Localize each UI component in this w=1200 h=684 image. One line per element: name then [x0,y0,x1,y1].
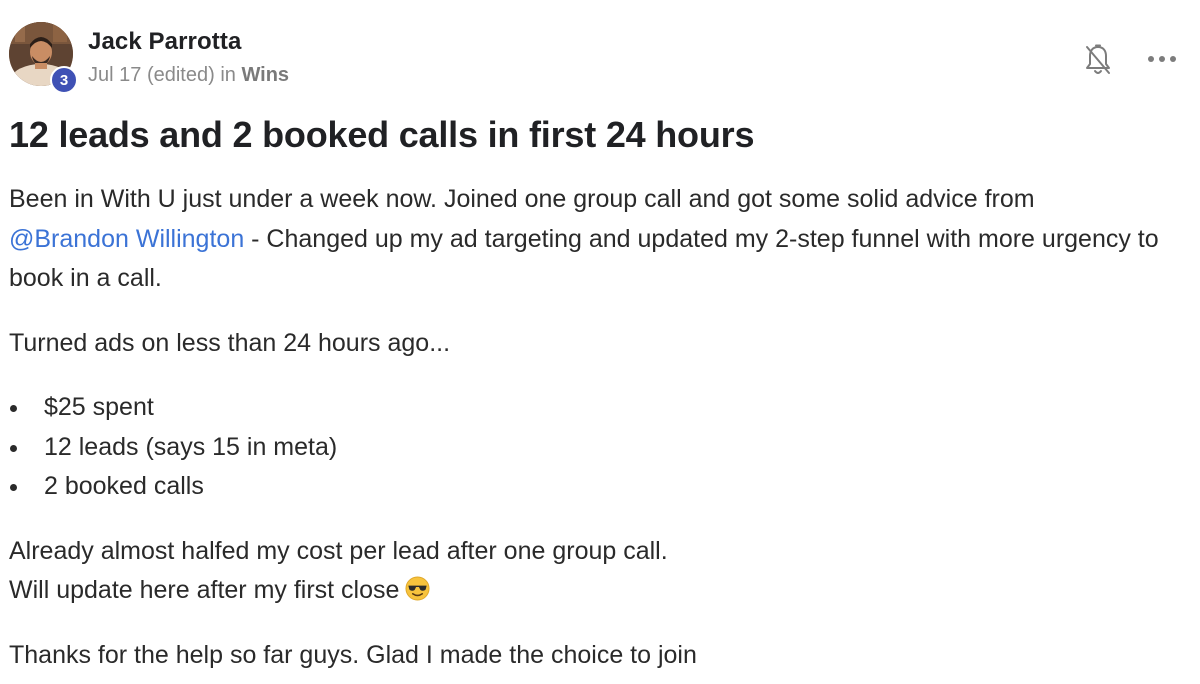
post-meta: Jul 17 (edited) in Wins [88,64,289,87]
notification-toggle-button[interactable] [1080,40,1116,80]
body-paragraph: Thanks for the help so far guys. Glad I … [9,640,697,669]
post-date[interactable]: Jul 17 [88,64,141,86]
post-card: 3 Jack Parrotta Jul 17 (edited) in Wins … [0,0,1200,684]
paragraph-text: Already almost halfed my cost per lead a… [9,536,668,565]
more-horizontal-icon [1148,56,1176,62]
more-options-button[interactable] [1142,44,1182,74]
author-avatar-container[interactable]: 3 [9,22,78,94]
bullet-list: $25 spent 12 leads (says 15 in meta) 2 b… [9,388,1189,507]
post-body: Been in With U just under a week now. Jo… [9,180,1189,675]
body-paragraph: Already almost halfed my cost per lead a… [9,532,1189,611]
list-item: $25 spent [9,388,1189,428]
level-badge: 3 [50,66,78,94]
list-item-text: $25 spent [44,393,154,421]
sunglasses-emoji-icon [405,576,430,601]
paragraph-text: Been in With U just under a week now. Jo… [9,185,1035,213]
body-paragraph: Turned ads on less than 24 hours ago... [9,328,451,357]
list-item-text: 2 booked calls [44,472,204,500]
bell-off-icon [1086,44,1110,74]
list-item-text: 12 leads (says 15 in meta) [44,432,338,461]
paragraph-text: Will update here after my first close [9,576,400,604]
category-link[interactable]: Wins [241,64,289,86]
bullet-icon [10,405,17,412]
bullet-icon [10,484,17,491]
list-item: 2 booked calls [9,467,1189,507]
bullet-icon [10,444,17,452]
user-mention-link[interactable]: @Brandon Willington [9,225,244,253]
body-paragraph: Been in With U just under a week now. Jo… [9,180,1189,299]
post-title: 12 leads and 2 booked calls in first 24 … [9,114,755,155]
author-name[interactable]: Jack Parrotta [88,28,241,56]
edited-label: (edited) [146,64,215,86]
list-item: 12 leads (says 15 in meta) [9,428,1189,468]
in-label: in [220,64,236,86]
